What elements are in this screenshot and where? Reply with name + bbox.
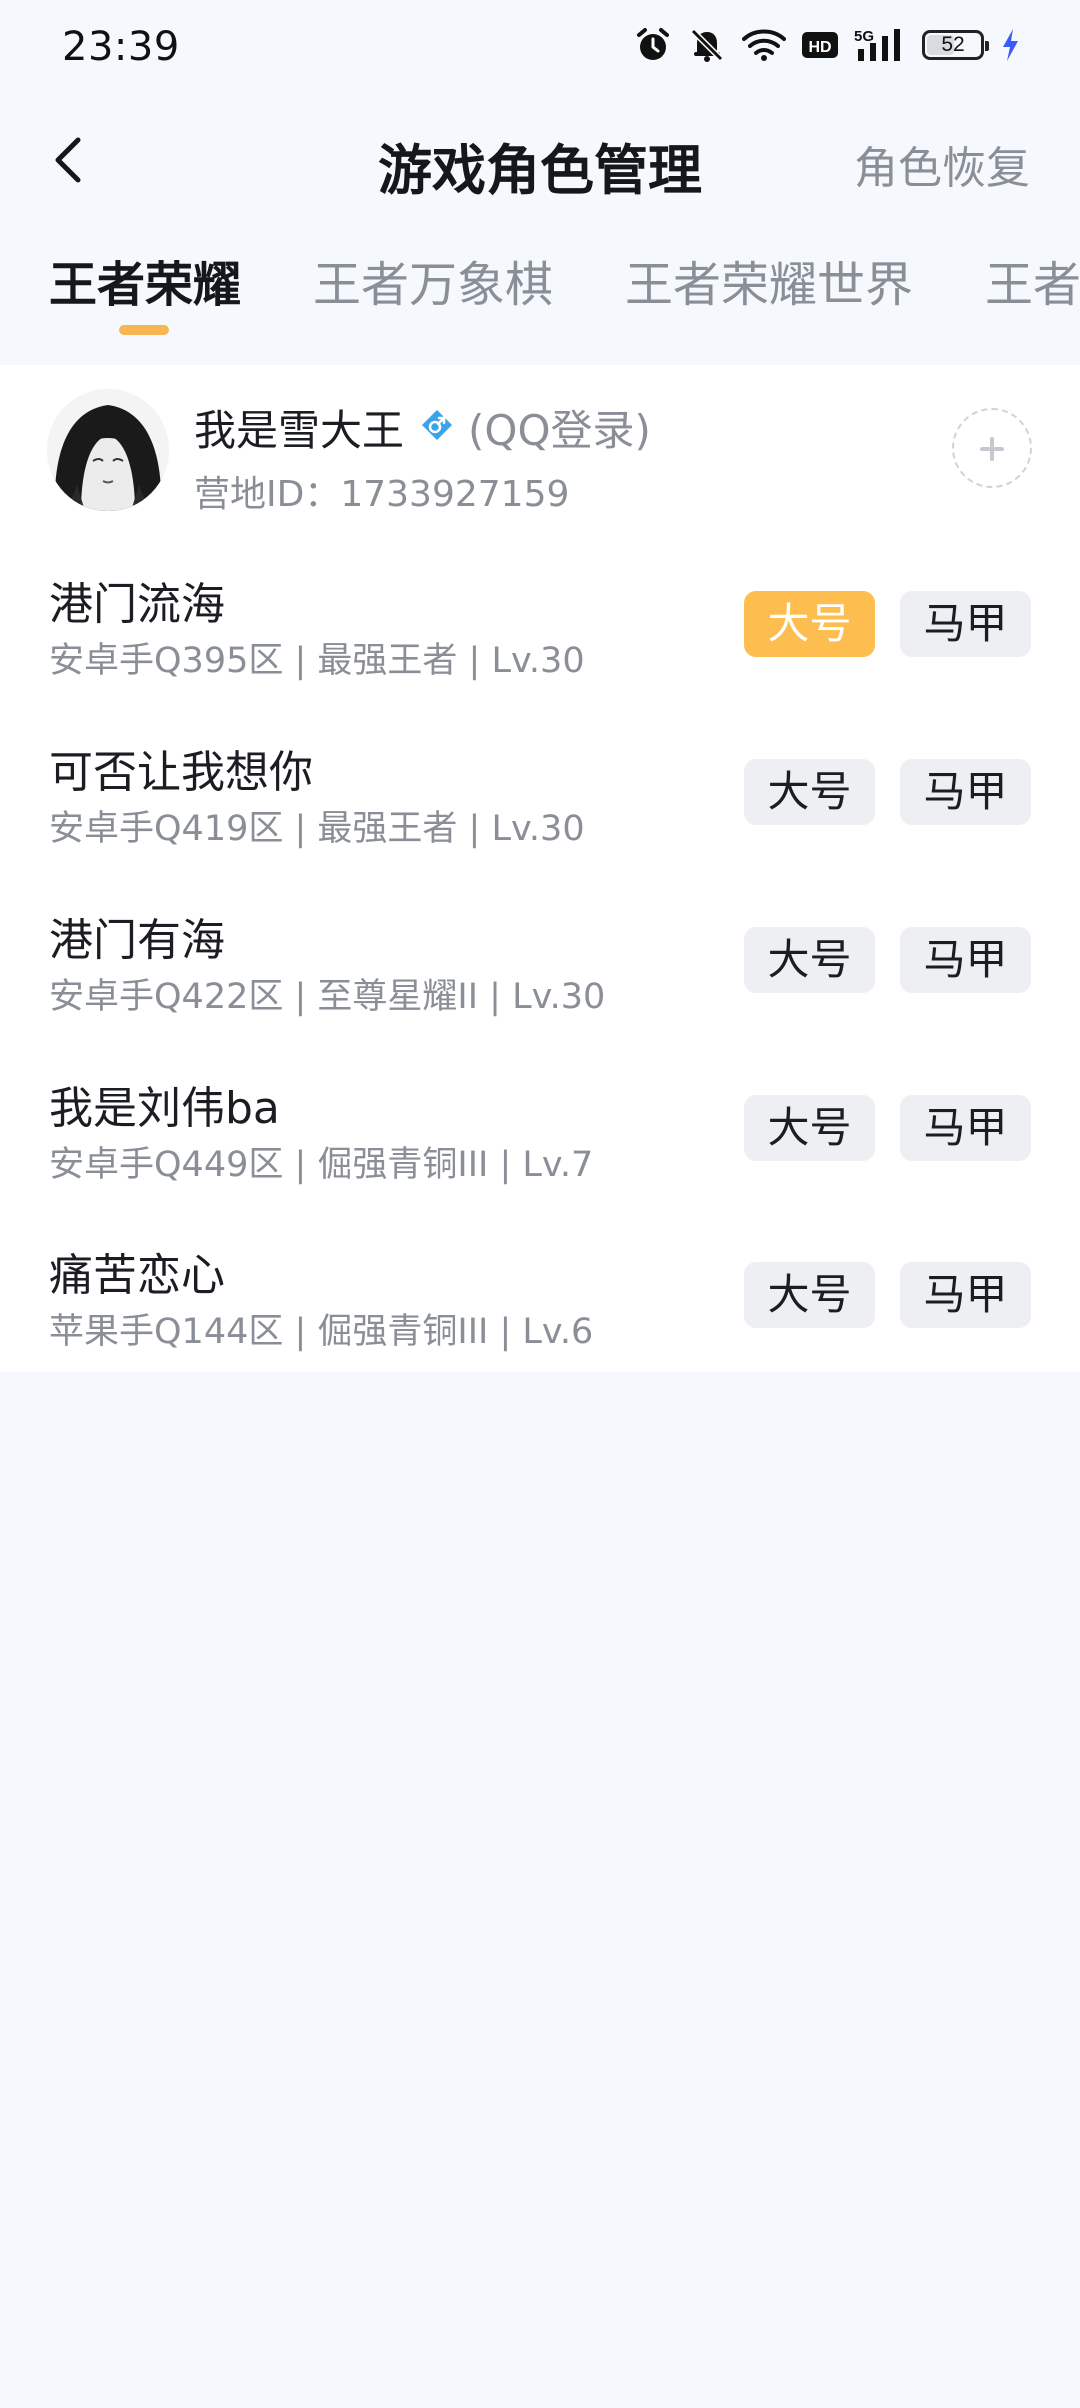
camp-id: 营地ID：1733927159 [194, 474, 570, 515]
role-row: 痛苦恋心 苹果手Q144区 | 倔强青铜III | Lv.6 大号 马甲 [0, 1239, 1080, 1407]
role-row: 可否让我想你 安卓手Q419区 | 最强王者 | Lv.30 大号 马甲 [0, 736, 1080, 904]
role-name: 港门有海 [49, 915, 225, 966]
active-tab-indicator [119, 325, 169, 335]
main-account-button[interactable]: 大号 [744, 759, 875, 825]
app-header: 游戏角色管理 角色恢复 [0, 110, 1080, 210]
status-time: 23:39 [62, 24, 180, 70]
role-info: 安卓手Q422区 | 至尊星耀II | Lv.30 [49, 977, 606, 1017]
role-info: 安卓手Q449区 | 倔强青铜III | Lv.7 [49, 1145, 594, 1185]
role-info: 苹果手Q144区 | 倔强青铜III | Lv.6 [49, 1312, 594, 1352]
battery-icon: 52 [922, 30, 989, 60]
avatar [47, 389, 169, 511]
main-account-button[interactable]: 大号 [744, 927, 875, 993]
role-name: 痛苦恋心 [49, 1250, 225, 1301]
network-label: 5G [854, 28, 874, 45]
tab-wangzherongyaoshijie[interactable]: 王者荣耀世界 [625, 245, 913, 315]
role-name: 我是刘伟ba [49, 1083, 280, 1134]
account-name-line: 我是雪大王 (QQ登录) [194, 397, 651, 458]
alt-account-button[interactable]: 马甲 [900, 591, 1031, 657]
tab-wangzherongyao[interactable]: 王者荣耀 [49, 245, 241, 315]
hd-label: HD [808, 39, 831, 56]
tab-wangzhe-more[interactable]: 王者 [985, 245, 1080, 315]
male-icon [420, 403, 454, 452]
role-info: 安卓手Q395区 | 最强王者 | Lv.30 [49, 641, 585, 681]
account-name: 我是雪大王 [194, 406, 405, 455]
main-account-button[interactable]: 大号 [744, 1262, 875, 1328]
alt-account-button[interactable]: 马甲 [900, 1262, 1031, 1328]
status-icons: HD 5G 52 [634, 26, 1020, 64]
add-role-button[interactable] [952, 408, 1032, 488]
wifi-icon [742, 27, 786, 63]
role-row: 港门有海 安卓手Q422区 | 至尊星耀II | Lv.30 大号 马甲 [0, 904, 1080, 1072]
restore-role-button[interactable]: 角色恢复 [854, 132, 1030, 196]
main-account-button[interactable]: 大号 [744, 1095, 875, 1161]
role-info: 安卓手Q419区 | 最强王者 | Lv.30 [49, 809, 585, 849]
game-tabs: 王者荣耀 王者万象棋 王者荣耀世界 王者 [0, 245, 1080, 345]
battery-text: 52 [941, 33, 965, 56]
alt-account-button[interactable]: 马甲 [900, 759, 1031, 825]
role-row: 港门流海 安卓手Q395区 | 最强王者 | Lv.30 大号 马甲 [0, 568, 1080, 736]
tab-wangzhewanxiangqi[interactable]: 王者万象棋 [313, 245, 553, 315]
main-account-button[interactable]: 大号 [744, 591, 875, 657]
role-name: 可否让我想你 [49, 747, 313, 798]
hd-icon: HD [802, 30, 838, 60]
alt-account-button[interactable]: 马甲 [900, 1095, 1031, 1161]
role-name: 港门流海 [49, 579, 225, 630]
charging-bolt-icon [1000, 28, 1020, 62]
alarm-icon [634, 26, 672, 64]
alt-account-button[interactable]: 马甲 [900, 927, 1031, 993]
5g-signal-icon: 5G [854, 27, 906, 63]
roles-card: 我是雪大王 (QQ登录) 营地ID：1733927159 港门流海 安卓手Q39… [0, 365, 1080, 1372]
status-bar: 23:39 HD 5G 52 [0, 0, 1080, 100]
login-type: (QQ登录) [468, 406, 651, 455]
role-row: 我是刘伟ba 安卓手Q449区 | 倔强青铜III | Lv.7 大号 马甲 [0, 1072, 1080, 1240]
bell-muted-icon [688, 26, 726, 64]
